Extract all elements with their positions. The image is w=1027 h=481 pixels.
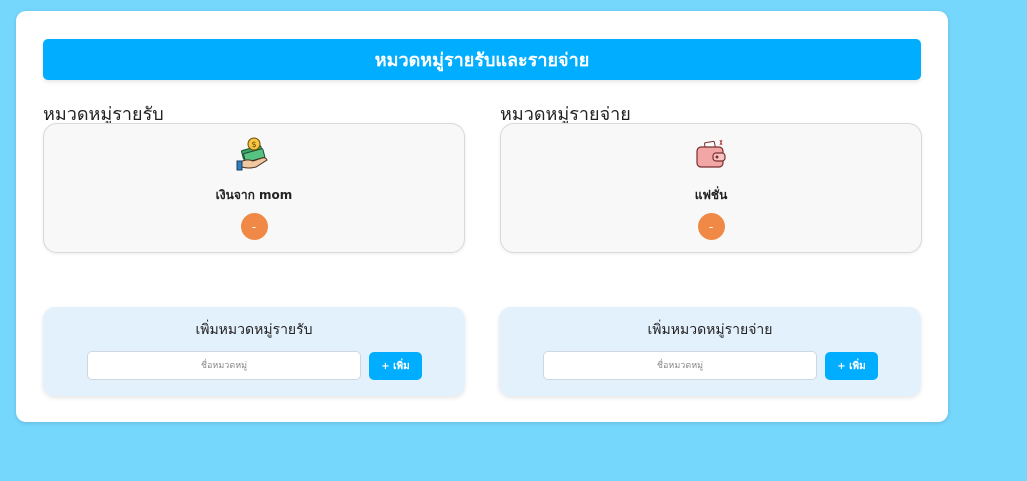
income-category-list: $ เงินจาก mom - — [43, 123, 465, 253]
main-card: หมวดหมู่รายรับและรายจ่าย หมวดหมู่รายรับ … — [16, 11, 948, 422]
wallet-icon — [696, 139, 726, 168]
money-hand-icon: $ — [236, 137, 268, 171]
expense-category-label: แฟชั่น — [694, 188, 728, 202]
expense-category-item: แฟชั่น - — [501, 136, 921, 240]
add-expense-title: เพิ่มหมวดหมู่รายจ่าย — [647, 322, 773, 338]
income-category-item: $ เงินจาก mom - — [44, 136, 464, 240]
page-title: หมวดหมู่รายรับและรายจ่าย — [43, 39, 921, 80]
add-income-button[interactable]: + เพิ่ม — [369, 352, 422, 380]
add-expense-button[interactable]: + เพิ่ม — [825, 352, 878, 380]
svg-text:$: $ — [251, 140, 256, 149]
expense-category-list: แฟชั่น - — [500, 123, 922, 253]
add-income-panel: เพิ่มหมวดหมู่รายรับ + เพิ่ม — [43, 307, 465, 396]
delete-category-button[interactable]: - — [240, 213, 268, 240]
add-income-title: เพิ่มหมวดหมู่รายรับ — [195, 322, 313, 338]
delete-category-button[interactable]: - — [697, 213, 725, 240]
add-expense-panel: เพิ่มหมวดหมู่รายจ่าย + เพิ่ม — [499, 307, 921, 396]
income-category-name-input[interactable] — [87, 351, 361, 380]
expense-category-name-input[interactable] — [543, 351, 817, 380]
income-category-label: เงินจาก mom — [215, 188, 293, 202]
